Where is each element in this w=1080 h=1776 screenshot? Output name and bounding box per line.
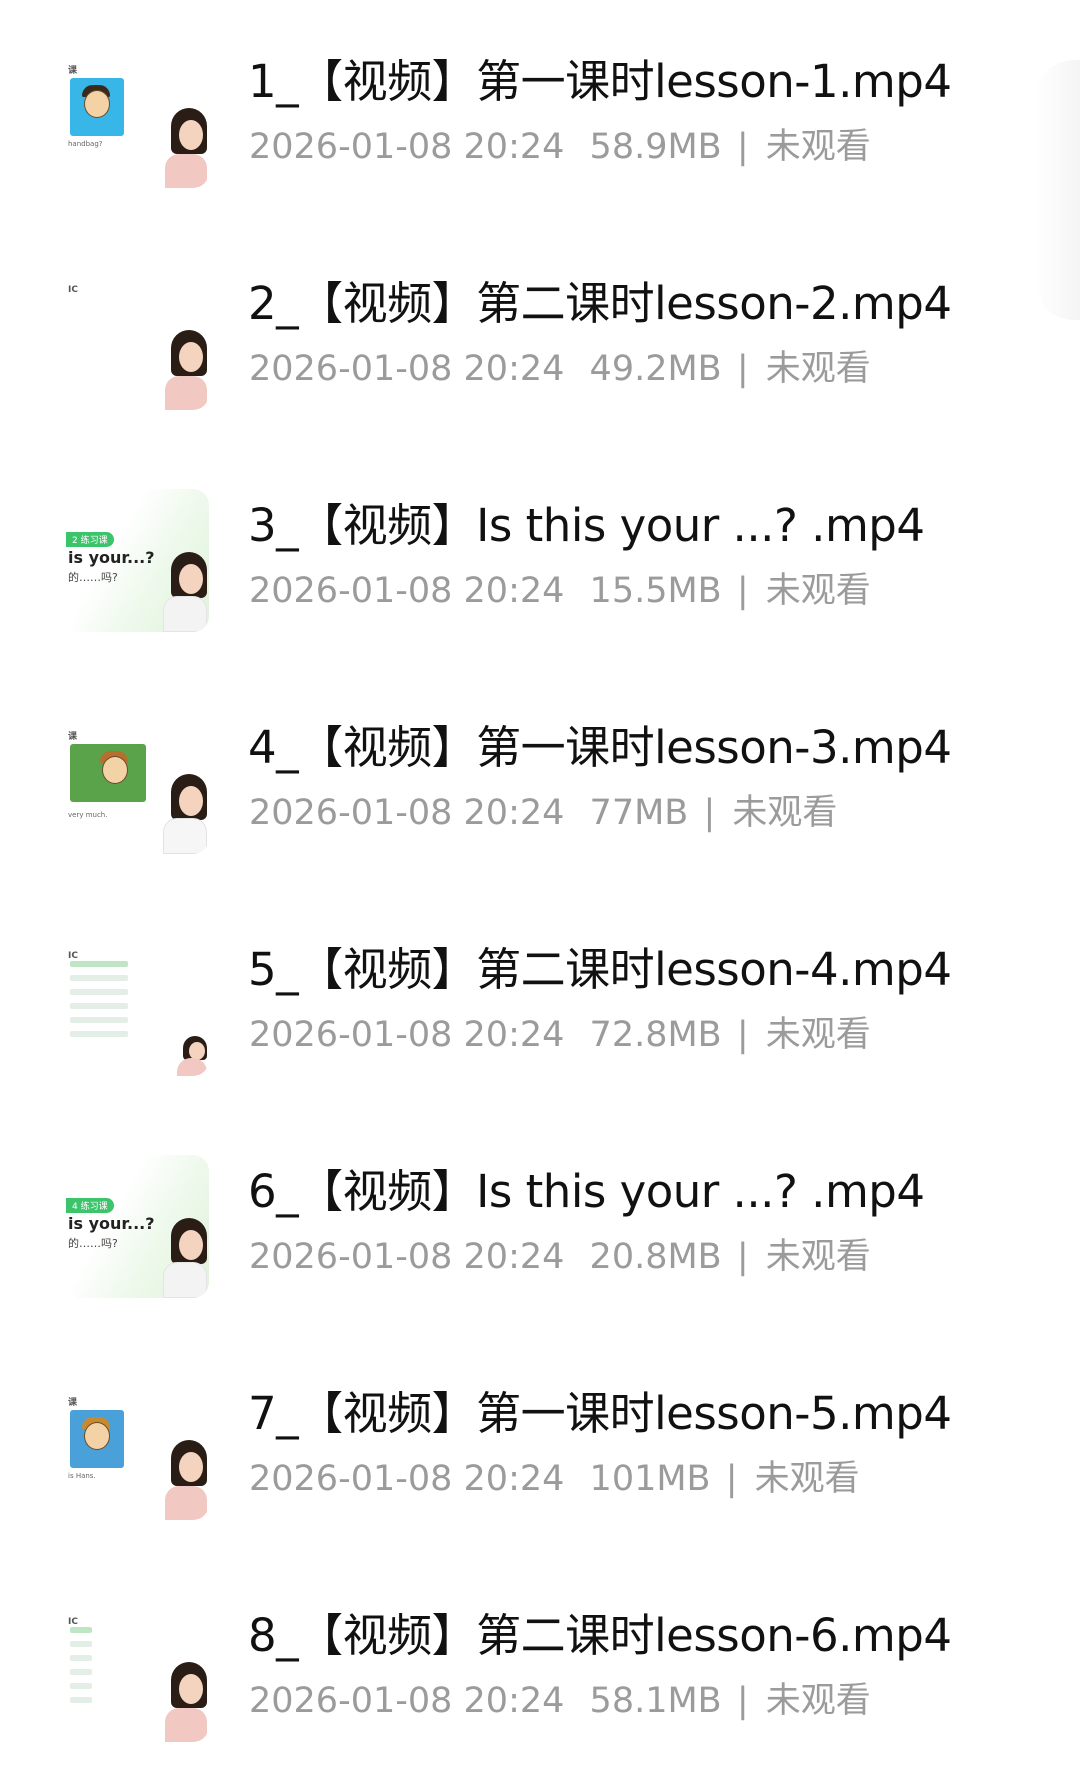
cartoon-boy-image	[70, 1410, 124, 1468]
file-name: 3_【视频】Is this your ...? .mp4	[248, 499, 925, 552]
teacher-image	[165, 1662, 207, 1742]
thumbnail-caption: very much.	[68, 811, 108, 819]
file-item[interactable]: 4 练习课 is your...? 的……吗? 6_【视频】Is this yo…	[0, 1110, 1080, 1332]
file-date: 2026-01-08 20:24	[249, 1237, 565, 1277]
meta-separator: |	[736, 1015, 749, 1055]
meta-separator: |	[725, 1459, 738, 1499]
file-meta: 2026-01-08 20:24 77MB | 未观看	[249, 790, 837, 836]
watch-status: 未观看	[765, 349, 871, 389]
watch-status: 未观看	[765, 127, 871, 167]
thumbnail-mark: IC	[68, 1617, 78, 1627]
file-meta: 2026-01-08 20:24 58.9MB | 未观看	[249, 124, 871, 170]
file-size: 101MB	[589, 1459, 711, 1499]
file-name: 1_【视频】第一课时lesson-1.mp4	[248, 55, 952, 108]
meta-separator: |	[736, 1237, 749, 1277]
file-date: 2026-01-08 20:24	[249, 571, 565, 611]
file-size: 15.5MB	[589, 571, 722, 611]
file-date: 2026-01-08 20:24	[249, 127, 565, 167]
file-date: 2026-01-08 20:24	[249, 1459, 565, 1499]
file-meta: 2026-01-08 20:24 72.8MB | 未观看	[249, 1012, 871, 1058]
thumbnail-mark: 课	[68, 732, 78, 742]
meta-separator: |	[736, 127, 749, 167]
lesson-badge: 2 练习课	[66, 532, 114, 547]
file-meta: 2026-01-08 20:24 58.1MB | 未观看	[249, 1678, 871, 1724]
file-item[interactable]: 课 very much. 4_【视频】第一课时lesson-3.mp4 2026…	[0, 666, 1080, 888]
teacher-image	[165, 1440, 207, 1520]
video-thumbnail: 2 练习课 is your...? 的……吗?	[66, 489, 209, 632]
cartoon-boy-image	[70, 78, 124, 136]
thumbnail-mark: 课	[68, 66, 78, 76]
file-item[interactable]: 2 练习课 is your...? 的……吗? 3_【视频】Is this yo…	[0, 444, 1080, 666]
file-size: 72.8MB	[589, 1015, 722, 1055]
thumbnail-mark: 课	[68, 1398, 78, 1408]
watch-status: 未观看	[765, 571, 871, 611]
cartoon-scene-image	[70, 744, 146, 802]
file-item[interactable]: IC 5_【视频】第二课时lesson-4.mp4 2026-01-08 20:…	[0, 888, 1080, 1110]
video-thumbnail: 课 very much.	[66, 711, 209, 854]
video-thumbnail: IC	[66, 267, 209, 410]
teacher-image	[177, 1036, 207, 1076]
watch-status: 未观看	[765, 1237, 871, 1277]
teacher-image	[163, 1218, 207, 1298]
file-meta: 2026-01-08 20:24 101MB | 未观看	[249, 1456, 860, 1502]
teacher-image	[163, 552, 207, 632]
thumbnail-title: is your...?	[68, 1214, 155, 1233]
word-table-image	[70, 961, 128, 1045]
file-name: 7_【视频】第一课时lesson-5.mp4	[248, 1387, 952, 1440]
file-meta: 2026-01-08 20:24 49.2MB | 未观看	[249, 346, 871, 392]
teacher-image	[163, 774, 207, 854]
word-table-image	[70, 1627, 92, 1711]
file-size: 77MB	[589, 793, 689, 833]
thumbnail-subtitle: 的……吗?	[68, 1237, 118, 1250]
file-name: 6_【视频】Is this your ...? .mp4	[248, 1165, 925, 1218]
video-thumbnail: 课 is Hans.	[66, 1377, 209, 1520]
video-thumbnail: IC	[66, 933, 209, 1076]
file-meta: 2026-01-08 20:24 15.5MB | 未观看	[249, 568, 871, 614]
file-meta: 2026-01-08 20:24 20.8MB | 未观看	[249, 1234, 871, 1280]
file-date: 2026-01-08 20:24	[249, 1681, 565, 1721]
file-item[interactable]: IC 2_【视频】第二课时lesson-2.mp4 2026-01-08 20:…	[0, 222, 1080, 444]
meta-separator: |	[736, 1681, 749, 1721]
file-name: 5_【视频】第二课时lesson-4.mp4	[248, 943, 952, 996]
file-item[interactable]: IC 8_【视频】第二课时lesson-6.mp4 2026-01-08 20:…	[0, 1554, 1080, 1776]
thumbnail-title: is your...?	[68, 548, 155, 567]
watch-status: 未观看	[765, 1015, 871, 1055]
thumbnail-subtitle: 的……吗?	[68, 571, 118, 584]
watch-status: 未观看	[732, 793, 838, 833]
file-date: 2026-01-08 20:24	[249, 349, 565, 389]
video-thumbnail: 课 handbag?	[66, 45, 209, 188]
file-date: 2026-01-08 20:24	[249, 793, 565, 833]
file-size: 58.9MB	[589, 127, 722, 167]
thumbnail-mark: IC	[68, 951, 78, 961]
video-thumbnail: IC	[66, 1599, 209, 1742]
file-name: 2_【视频】第二课时lesson-2.mp4	[248, 277, 952, 330]
file-name: 4_【视频】第一课时lesson-3.mp4	[248, 721, 952, 774]
video-thumbnail: 4 练习课 is your...? 的……吗?	[66, 1155, 209, 1298]
watch-status: 未观看	[754, 1459, 860, 1499]
file-size: 49.2MB	[589, 349, 722, 389]
thumbnail-caption: handbag?	[68, 140, 103, 148]
thumbnail-mark: IC	[68, 285, 78, 295]
file-size: 20.8MB	[589, 1237, 722, 1277]
teacher-image	[165, 330, 207, 410]
file-name: 8_【视频】第二课时lesson-6.mp4	[248, 1609, 952, 1662]
lesson-badge: 4 练习课	[66, 1198, 114, 1213]
file-item[interactable]: 课 handbag? 1_【视频】第一课时lesson-1.mp4 2026-0…	[0, 0, 1080, 222]
file-date: 2026-01-08 20:24	[249, 1015, 565, 1055]
meta-separator: |	[703, 793, 716, 833]
teacher-image	[165, 108, 207, 188]
file-item[interactable]: 课 is Hans. 7_【视频】第一课时lesson-5.mp4 2026-0…	[0, 1332, 1080, 1554]
file-size: 58.1MB	[589, 1681, 722, 1721]
thumbnail-caption: is Hans.	[68, 1472, 96, 1480]
meta-separator: |	[736, 349, 749, 389]
meta-separator: |	[736, 571, 749, 611]
watch-status: 未观看	[765, 1681, 871, 1721]
